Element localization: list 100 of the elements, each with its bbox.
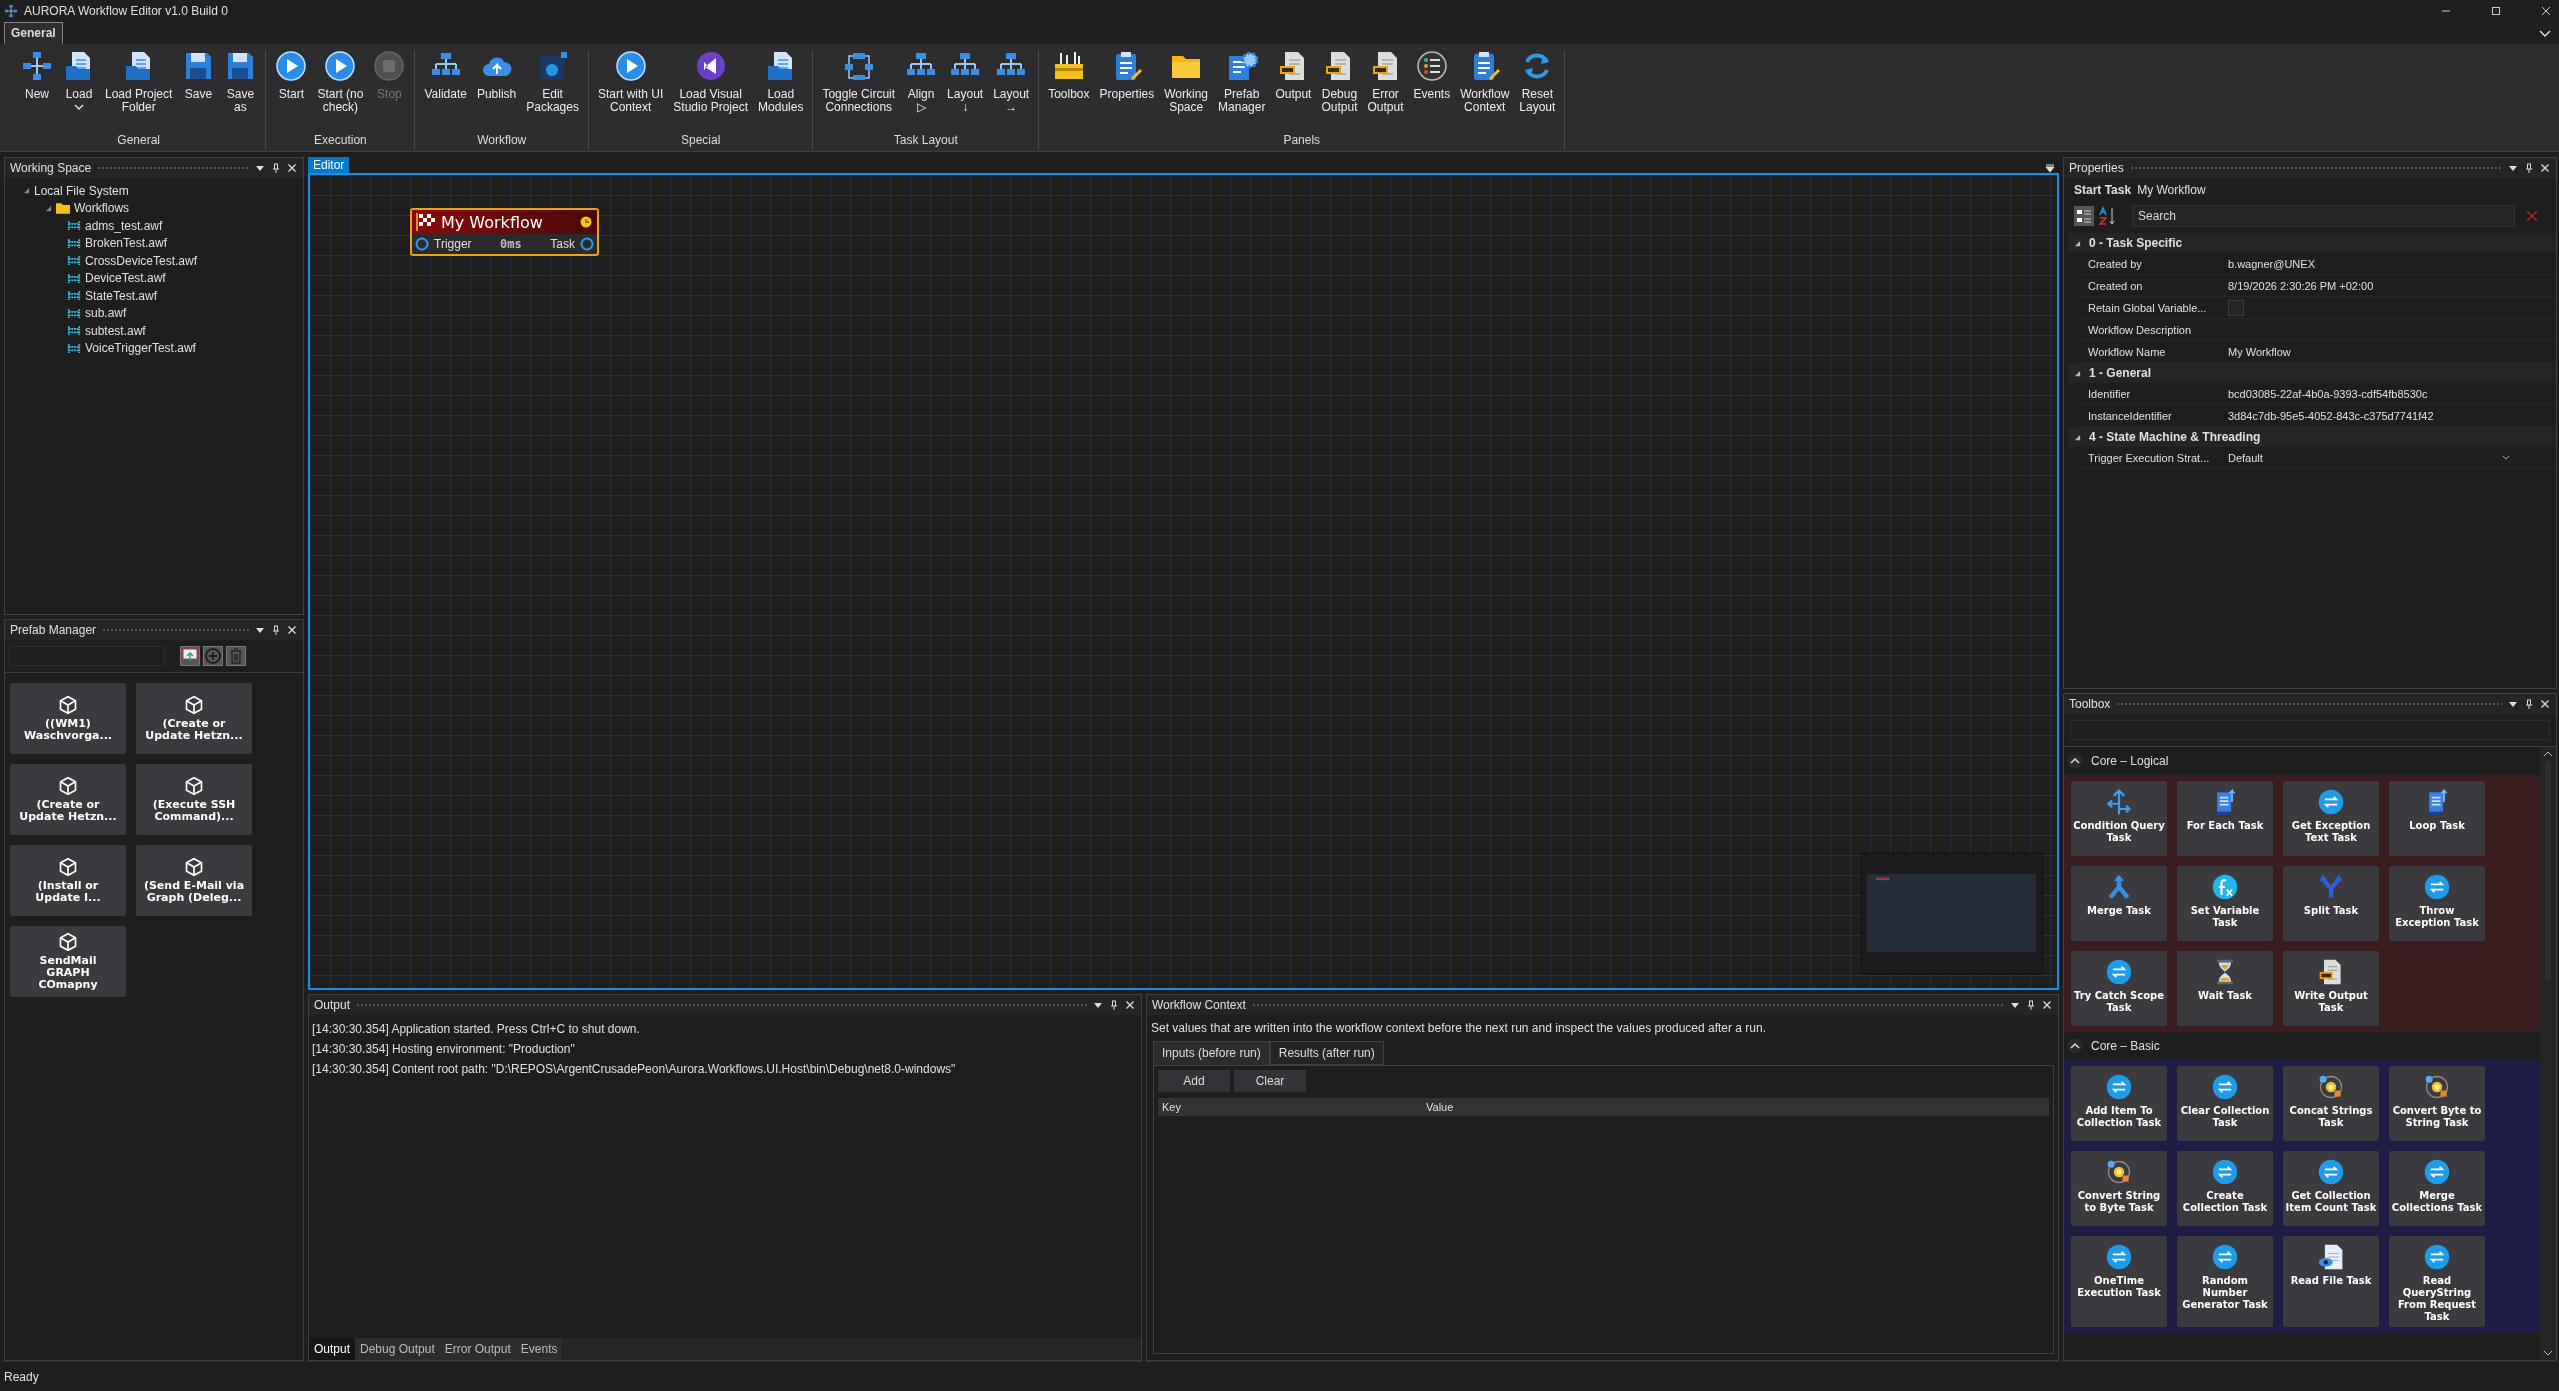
dropdown-icon[interactable]: [1093, 1000, 1103, 1010]
delete-icon[interactable]: [226, 646, 246, 666]
task-tile[interactable]: Convert String to Byte Task: [2071, 1151, 2167, 1226]
dropdown-icon[interactable]: [255, 625, 265, 635]
ribbon-button[interactable]: Load Project Folder: [102, 50, 176, 114]
close-icon[interactable]: [2042, 1000, 2052, 1010]
context-tab[interactable]: Results (after run): [1269, 1041, 1384, 1065]
editor-tab[interactable]: Editor: [308, 157, 350, 173]
context-tab[interactable]: Inputs (before run): [1153, 1041, 1270, 1065]
ribbon-button[interactable]: Workflow Context: [1457, 50, 1513, 114]
ribbon-button[interactable]: Load Modules: [755, 50, 807, 114]
task-tile[interactable]: Wait Task: [2177, 951, 2273, 1026]
task-tile[interactable]: Read File Task: [2283, 1236, 2379, 1327]
ribbon-button[interactable]: Output: [1272, 50, 1315, 101]
prefab-tile[interactable]: (Send E-Mail via Graph (Deleg...: [136, 845, 252, 916]
tree-item[interactable]: VoiceTriggerTest.awf: [85, 341, 196, 356]
ribbon-button[interactable]: Error Output: [1364, 50, 1407, 114]
expander-icon[interactable]: [23, 187, 30, 195]
categorized-icon[interactable]: [2074, 206, 2094, 226]
tree-item[interactable]: BrokenTest.awf: [85, 236, 168, 251]
scroll-down-icon[interactable]: [2543, 1350, 2553, 1356]
checkbox[interactable]: [2228, 299, 2244, 316]
task-tile[interactable]: Clear Collection Task: [2177, 1066, 2273, 1141]
pin-icon[interactable]: [1109, 1000, 1119, 1010]
context-button[interactable]: Clear: [1234, 1070, 1306, 1092]
output-port[interactable]: [580, 237, 594, 251]
pin-icon[interactable]: [2026, 1000, 2036, 1010]
task-tile[interactable]: Throw Exception Task: [2389, 866, 2485, 941]
maximize-icon[interactable]: [2491, 6, 2501, 16]
dropdown-icon[interactable]: [2508, 163, 2518, 173]
task-tile[interactable]: OneTime Execution Task: [2071, 1236, 2167, 1327]
sort-alphabetical-icon[interactable]: [2097, 206, 2117, 226]
expander-icon[interactable]: [2074, 239, 2081, 247]
output-tab[interactable]: Debug Output: [355, 1338, 440, 1360]
expander-icon[interactable]: [2074, 369, 2081, 377]
tree-item[interactable]: sub.awf: [85, 306, 127, 321]
prefab-tile[interactable]: ((WM1) Waschvorga...: [10, 683, 126, 754]
ribbon-button[interactable]: Properties: [1096, 50, 1158, 101]
tree-item[interactable]: Local File System: [34, 183, 129, 198]
ribbon-tab[interactable]: General: [4, 22, 63, 44]
prefab-tile[interactable]: SendMail GRAPH COmapny: [10, 926, 126, 997]
task-tile[interactable]: Merge Task: [2071, 866, 2167, 941]
clear-icon[interactable]: [2526, 210, 2538, 222]
output-tab[interactable]: Output: [309, 1338, 356, 1360]
task-tile[interactable]: Convert Byte to String Task: [2389, 1066, 2485, 1141]
ribbon-button[interactable]: Layout →: [990, 50, 1033, 114]
ribbon-button[interactable]: Reset Layout: [1516, 50, 1559, 114]
expander-icon[interactable]: [2074, 433, 2081, 441]
add-icon[interactable]: [203, 646, 223, 666]
prefab-tile[interactable]: (Create or Update Hetzn...: [136, 683, 252, 754]
ribbon-button[interactable]: Working Space: [1161, 50, 1212, 114]
task-tile[interactable]: Condition Query Task: [2071, 781, 2167, 856]
tree-item[interactable]: DeviceTest.awf: [85, 271, 166, 286]
prefab-tile[interactable]: (Create or Update Hetzn...: [10, 764, 126, 835]
import-icon[interactable]: [180, 646, 200, 666]
workflow-node[interactable]: My Workflow Trigger 0ms Task: [410, 208, 599, 256]
task-tile[interactable]: Try Catch Scope Task: [2071, 951, 2167, 1026]
pin-icon[interactable]: [2524, 163, 2534, 173]
ribbon-button[interactable]: Publish: [473, 50, 520, 101]
scrollbar[interactable]: [2540, 747, 2556, 1360]
ribbon-button[interactable]: Save as: [221, 50, 260, 114]
task-tile[interactable]: Split Task: [2283, 866, 2379, 941]
tree-item[interactable]: CrossDeviceTest.awf: [85, 253, 198, 268]
property-value[interactable]: My Workflow: [2228, 345, 2291, 358]
ribbon-button[interactable]: Events: [1410, 50, 1454, 101]
ribbon-button[interactable]: Load Visual Studio Project: [670, 50, 752, 114]
property-value[interactable]: b.wagner@UNEX: [2228, 257, 2315, 270]
pin-icon[interactable]: [271, 625, 281, 635]
close-icon[interactable]: [1125, 1000, 1135, 1010]
task-tile[interactable]: Concat Strings Task: [2283, 1066, 2379, 1141]
expander-icon[interactable]: [45, 204, 52, 212]
task-tile[interactable]: Random Number Generator Task: [2177, 1236, 2273, 1327]
close-icon[interactable]: [2540, 163, 2550, 173]
ribbon-button[interactable]: Load: [60, 50, 98, 110]
dropdown-icon[interactable]: [2010, 1000, 2020, 1010]
task-tile[interactable]: Get Exception Text Task: [2283, 781, 2379, 856]
close-icon[interactable]: [287, 163, 297, 173]
prefab-tile[interactable]: (Install or Update I...: [10, 845, 126, 916]
property-value[interactable]: 3d84c7db-95e5-4052-843c-c375d7741f42: [2228, 409, 2434, 422]
ribbon-button[interactable]: Layout ↓: [944, 50, 987, 114]
close-icon[interactable]: [287, 625, 297, 635]
close-icon[interactable]: [2541, 6, 2551, 16]
ribbon-button[interactable]: Toggle Circuit Connections: [819, 50, 899, 114]
property-value[interactable]: 8/19/2026 2:30:26 PM +02:00: [2228, 279, 2374, 292]
property-value[interactable]: bcd03085-22af-4b0a-9393-cdf54fb8530c: [2228, 387, 2428, 400]
task-tile[interactable]: Write Output Task: [2283, 951, 2379, 1026]
column-header[interactable]: Value: [1422, 1098, 2049, 1116]
ribbon-button[interactable]: Toolbox: [1045, 50, 1093, 101]
search-field[interactable]: Search: [2132, 205, 2515, 227]
task-tile[interactable]: Set Variable Task: [2177, 866, 2273, 941]
dropdown-icon[interactable]: [2508, 699, 2518, 709]
task-tile[interactable]: Loop Task: [2389, 781, 2485, 856]
pin-icon[interactable]: [271, 163, 281, 173]
column-header[interactable]: Key: [1158, 1098, 1422, 1116]
ribbon-button[interactable]: Validate: [421, 50, 470, 101]
collapse-icon[interactable]: [2067, 1038, 2083, 1054]
task-tile[interactable]: Read QueryString From Request Task: [2389, 1236, 2485, 1327]
ribbon-button[interactable]: Save: [179, 50, 218, 101]
ribbon-button[interactable]: Start with UI Context: [594, 50, 667, 114]
tree-item[interactable]: Workflows: [74, 201, 130, 216]
